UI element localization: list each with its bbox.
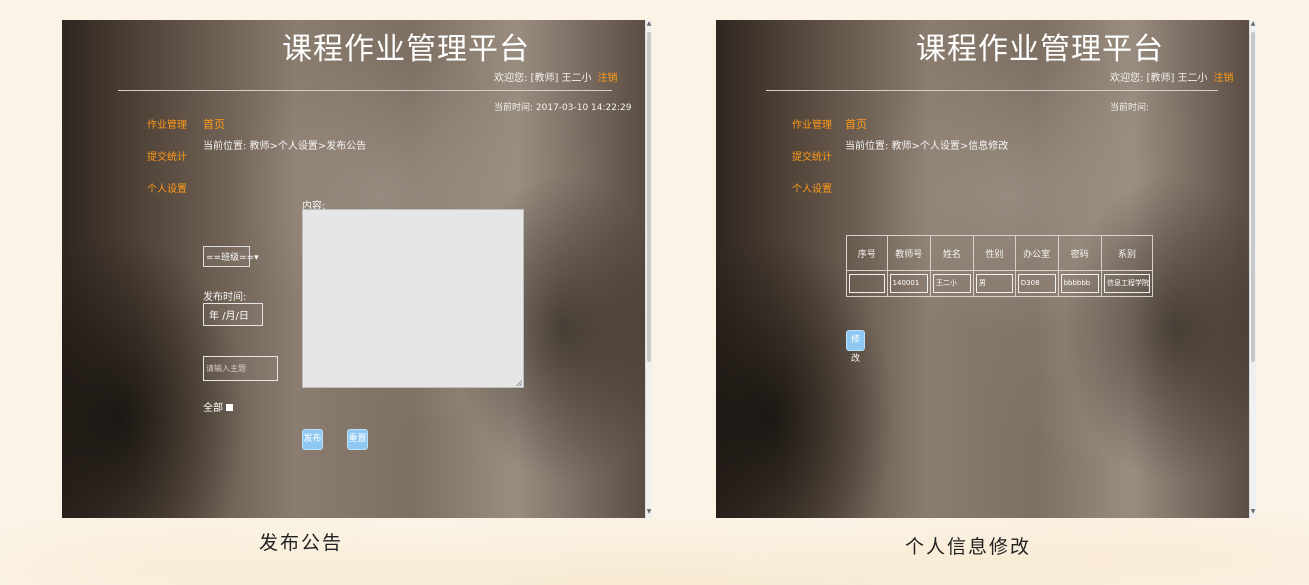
table-cell <box>846 270 888 297</box>
scroll-up-icon[interactable]: ▲ <box>1250 20 1256 28</box>
nav-personal-settings[interactable]: 个人设置 <box>147 180 187 195</box>
welcome-text: 欢迎您: [教师] 王二小 注销 <box>1110 69 1234 84</box>
class-select-value: ==班级== <box>206 253 255 263</box>
teacher-info-table: 序号 教师号 姓名 性别 办公室 密码 系别 140001 王二小 男 D308… <box>846 235 1154 297</box>
scroll-down-icon[interactable]: ▼ <box>646 508 652 516</box>
current-time: 当前时间: <box>1110 103 1150 113</box>
logout-link[interactable]: 注销 <box>1214 73 1234 84</box>
column-header-gender: 性别 <box>972 235 1016 271</box>
table-cell: D308 <box>1014 270 1059 297</box>
app-title: 课程作业管理平台 <box>916 32 1164 67</box>
scroll-down-icon[interactable]: ▼ <box>1250 508 1256 516</box>
table-cell: 男 <box>972 270 1016 297</box>
column-header-name: 姓名 <box>929 235 974 271</box>
left-screenshot: 课程作业管理平台 欢迎您: [教师] 王二小 注销 当前时间: 2017-03-1… <box>62 20 645 518</box>
nav-personal-settings[interactable]: 个人设置 <box>792 180 832 195</box>
all-checkbox-row: 全部 <box>203 399 233 414</box>
caption-personal-info-edit: 个人信息修改 <box>905 536 1032 558</box>
table-header-row: 序号 教师号 姓名 性别 办公室 密码 系别 <box>846 235 1154 271</box>
index-field[interactable] <box>849 274 885 293</box>
nav-submission-stats[interactable]: 提交统计 <box>792 148 832 163</box>
teacher-id-field[interactable]: 140001 <box>889 274 928 293</box>
home-link[interactable]: 首页 <box>203 116 225 132</box>
column-header-index: 序号 <box>846 235 888 271</box>
welcome-user: 欢迎您: [教师] 王二小 <box>1110 73 1208 84</box>
app-title: 课程作业管理平台 <box>282 32 530 67</box>
welcome-text: 欢迎您: [教师] 王二小 注销 <box>494 69 618 84</box>
table-cell: 王二小 <box>929 270 974 297</box>
resize-handle-icon[interactable] <box>516 380 522 386</box>
table-cell: bbbbbb <box>1057 270 1102 297</box>
all-checkbox[interactable] <box>226 404 233 411</box>
nav-homework-management[interactable]: 作业管理 <box>792 116 832 131</box>
table-cell: 信息工程学院 <box>1100 270 1154 297</box>
department-field[interactable]: 信息工程学院 <box>1103 274 1150 293</box>
logout-link[interactable]: 注销 <box>598 73 618 84</box>
current-time: 当前时间: 2017-03-10 14:22:29 <box>494 103 632 113</box>
class-select[interactable]: ==班级==▾ <box>203 246 259 267</box>
publish-button[interactable]: 发布 <box>302 429 323 450</box>
scroll-thumb[interactable] <box>1251 32 1255 362</box>
table-cell: 140001 <box>886 270 931 297</box>
subject-input[interactable]: 请输入主题 <box>203 356 278 381</box>
reset-button[interactable]: 重置 <box>347 429 368 450</box>
office-field[interactable]: D308 <box>1017 274 1056 293</box>
header-divider <box>766 90 1218 91</box>
welcome-user: 欢迎您: [教师] 王二小 <box>494 73 592 84</box>
date-input[interactable]: 年 /月/日 <box>203 303 263 326</box>
home-link[interactable]: 首页 <box>845 116 867 132</box>
modify-button[interactable]: 修改 <box>846 330 865 364</box>
content-textarea[interactable] <box>302 209 524 388</box>
breadcrumb: 当前位置: 教师>个人设置>信息修改 <box>845 141 1009 152</box>
column-header-department: 系别 <box>1100 235 1154 271</box>
scroll-thumb[interactable] <box>647 32 651 362</box>
column-header-password: 密码 <box>1057 235 1102 271</box>
left-scrollbar[interactable]: ▲ ▼ <box>645 20 652 518</box>
password-field[interactable]: bbbbbb <box>1060 274 1099 293</box>
nav-submission-stats[interactable]: 提交统计 <box>147 148 187 163</box>
scroll-up-icon[interactable]: ▲ <box>646 20 652 28</box>
table-row: 140001 王二小 男 D308 bbbbbb 信息工程学院 <box>846 270 1154 297</box>
gender-field[interactable]: 男 <box>975 274 1013 293</box>
caption-publish-notice: 发布公告 <box>259 532 344 554</box>
all-label: 全部 <box>203 403 223 414</box>
breadcrumb: 当前位置: 教师>个人设置>发布公告 <box>203 141 367 152</box>
column-header-office: 办公室 <box>1014 235 1059 271</box>
nav-homework-management[interactable]: 作业管理 <box>147 116 187 131</box>
header-divider <box>118 90 612 91</box>
right-scrollbar[interactable]: ▲ ▼ <box>1249 20 1256 518</box>
column-header-teacher-id: 教师号 <box>886 235 931 271</box>
right-screenshot: 课程作业管理平台 欢迎您: [教师] 王二小 注销 当前时间: 作业管理 提交统计… <box>716 20 1249 518</box>
name-field[interactable]: 王二小 <box>932 274 971 293</box>
chevron-down-icon: ▾ <box>254 253 259 263</box>
publish-time-label: 发布时间: <box>203 292 247 303</box>
